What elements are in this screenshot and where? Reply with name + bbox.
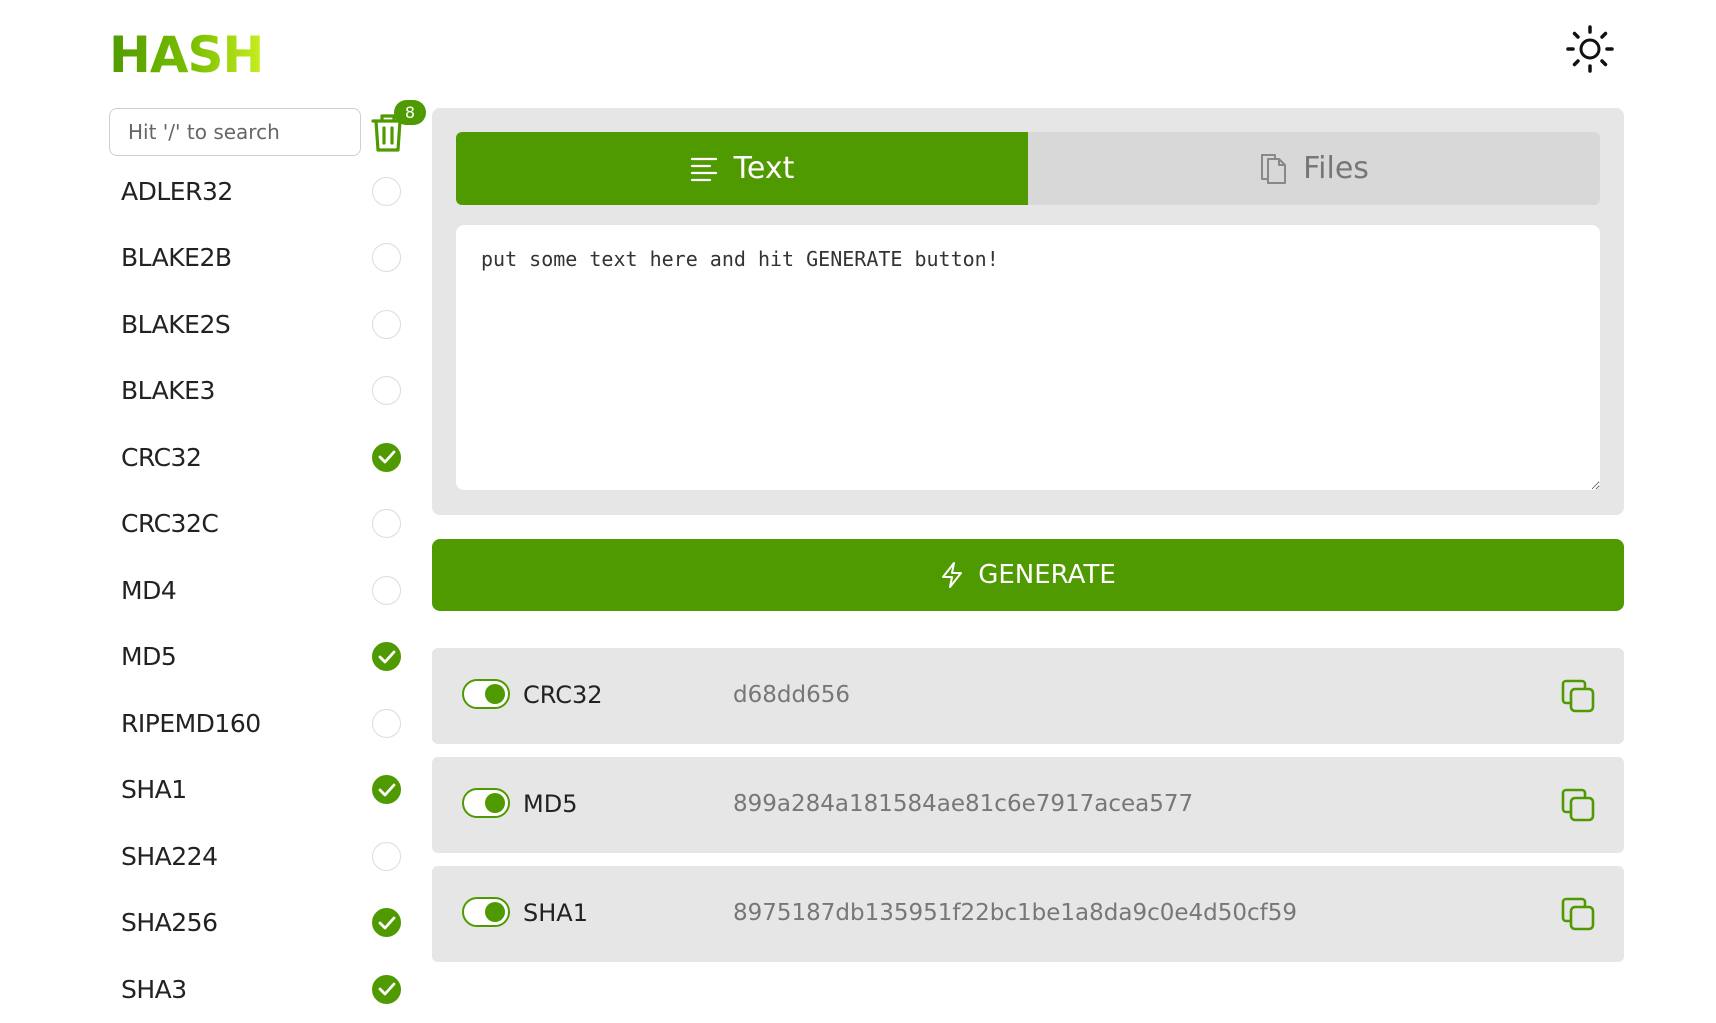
algorithm-label: ADLER32 [121, 176, 233, 206]
result-row: MD5 899a284a181584ae81c6e7917acea577 [432, 757, 1624, 853]
algorithm-item[interactable]: BLAKE2B [109, 225, 409, 292]
algorithm-checkbox[interactable] [372, 775, 401, 805]
generate-label: GENERATE [978, 560, 1116, 590]
algorithm-checkbox[interactable] [372, 642, 401, 672]
checkmark-icon [378, 450, 395, 464]
toggle-knob [485, 793, 505, 813]
tab-files[interactable]: Files [1028, 132, 1600, 205]
algorithm-label: SHA1 [121, 775, 187, 805]
algorithm-checkbox[interactable] [372, 908, 401, 938]
algorithm-label: CRC32 [121, 442, 202, 472]
algorithm-list: ADLER32 BLAKE2B BLAKE2S BLAKE3 CRC32 CRC32C MD… [109, 158, 409, 1023]
result-algorithm-name: CRC32 [523, 681, 603, 709]
algorithm-label: RIPEMD160 [121, 708, 261, 738]
result-hash-value: 8975187db135951f22bc1be1a8da9c0e4d50cf59 [733, 900, 1298, 926]
algorithm-label: MD4 [121, 575, 177, 605]
checkmark-icon [378, 916, 395, 930]
copy-button[interactable] [1558, 676, 1598, 716]
algorithm-item[interactable]: BLAKE2S [109, 291, 409, 358]
toggle-knob [485, 684, 505, 704]
tab-files-label: Files [1303, 151, 1369, 186]
result-toggle[interactable] [462, 897, 510, 927]
result-row: CRC32 d68dd656 [432, 648, 1624, 744]
algorithm-item[interactable]: SHA224 [109, 823, 409, 890]
algorithm-label: BLAKE3 [121, 376, 215, 406]
algorithm-checkbox[interactable] [372, 442, 401, 472]
algorithm-checkbox[interactable] [372, 243, 401, 273]
theme-toggle-button[interactable] [1563, 22, 1617, 76]
algorithm-item[interactable]: MD4 [109, 557, 409, 624]
copy-icon [1561, 788, 1595, 822]
copy-icon [1561, 679, 1595, 713]
result-hash-value: 899a284a181584ae81c6e7917acea577 [733, 791, 1194, 817]
algorithm-checkbox[interactable] [372, 575, 401, 605]
algorithm-checkbox[interactable] [372, 841, 401, 871]
search-input[interactable] [109, 108, 361, 156]
input-panel: Text Files [432, 108, 1624, 515]
result-algorithm-name: MD5 [523, 790, 578, 818]
tab-text-label: Text [733, 151, 795, 186]
copy-button[interactable] [1558, 785, 1598, 825]
checkmark-icon [378, 783, 395, 797]
algorithm-checkbox[interactable] [372, 309, 401, 339]
result-toggle[interactable] [462, 679, 510, 709]
algorithm-item[interactable]: CRC32C [109, 491, 409, 558]
algorithm-label: SHA256 [121, 908, 218, 938]
algorithm-checkbox[interactable] [372, 376, 401, 406]
result-hash-value: d68dd656 [733, 682, 850, 708]
algorithm-item[interactable]: SHA1 [109, 757, 409, 824]
algorithm-item[interactable]: ADLER32 [109, 158, 409, 225]
copy-icon [1561, 897, 1595, 931]
algorithm-label: BLAKE2B [121, 243, 232, 273]
results-list: CRC32 d68dd656 MD5 899a284a181584ae81c6e791… [432, 648, 1624, 975]
files-icon [1261, 153, 1287, 184]
text-input[interactable] [456, 225, 1600, 490]
algorithm-item[interactable]: SHA3 [109, 956, 409, 1023]
algorithm-item[interactable]: SHA256 [109, 890, 409, 957]
toggle-knob [485, 902, 505, 922]
algorithm-item[interactable]: MD5 [109, 624, 409, 691]
result-algorithm-name: SHA1 [523, 899, 588, 927]
algorithm-label: BLAKE2S [121, 309, 231, 339]
checkmark-icon [378, 982, 395, 996]
result-row: SHA1 8975187db135951f22bc1be1a8da9c0e4d50… [432, 866, 1624, 962]
algorithm-item[interactable]: CRC32 [109, 424, 409, 491]
algorithm-checkbox[interactable] [372, 509, 401, 539]
algorithm-checkbox[interactable] [372, 974, 401, 1004]
result-toggle[interactable] [462, 788, 510, 818]
selected-count-badge: 8 [394, 100, 426, 125]
copy-button[interactable] [1558, 894, 1598, 934]
generate-button[interactable]: GENERATE [432, 539, 1624, 611]
sun-icon [1566, 25, 1614, 73]
text-lines-icon [690, 157, 717, 181]
algorithm-item[interactable]: BLAKE3 [109, 358, 409, 425]
algorithm-label: SHA3 [121, 974, 187, 1004]
algorithm-item[interactable]: RIPEMD160 [109, 690, 409, 757]
tab-text[interactable]: Text [456, 132, 1028, 205]
app-logo: HASH [109, 26, 264, 84]
algorithm-checkbox[interactable] [372, 176, 401, 206]
algorithm-label: MD5 [121, 642, 177, 672]
checkmark-icon [378, 650, 395, 664]
algorithm-checkbox[interactable] [372, 708, 401, 738]
input-tabs: Text Files [456, 132, 1600, 205]
algorithm-label: CRC32C [121, 509, 219, 539]
lightning-icon [942, 562, 963, 588]
algorithm-label: SHA224 [121, 841, 218, 871]
